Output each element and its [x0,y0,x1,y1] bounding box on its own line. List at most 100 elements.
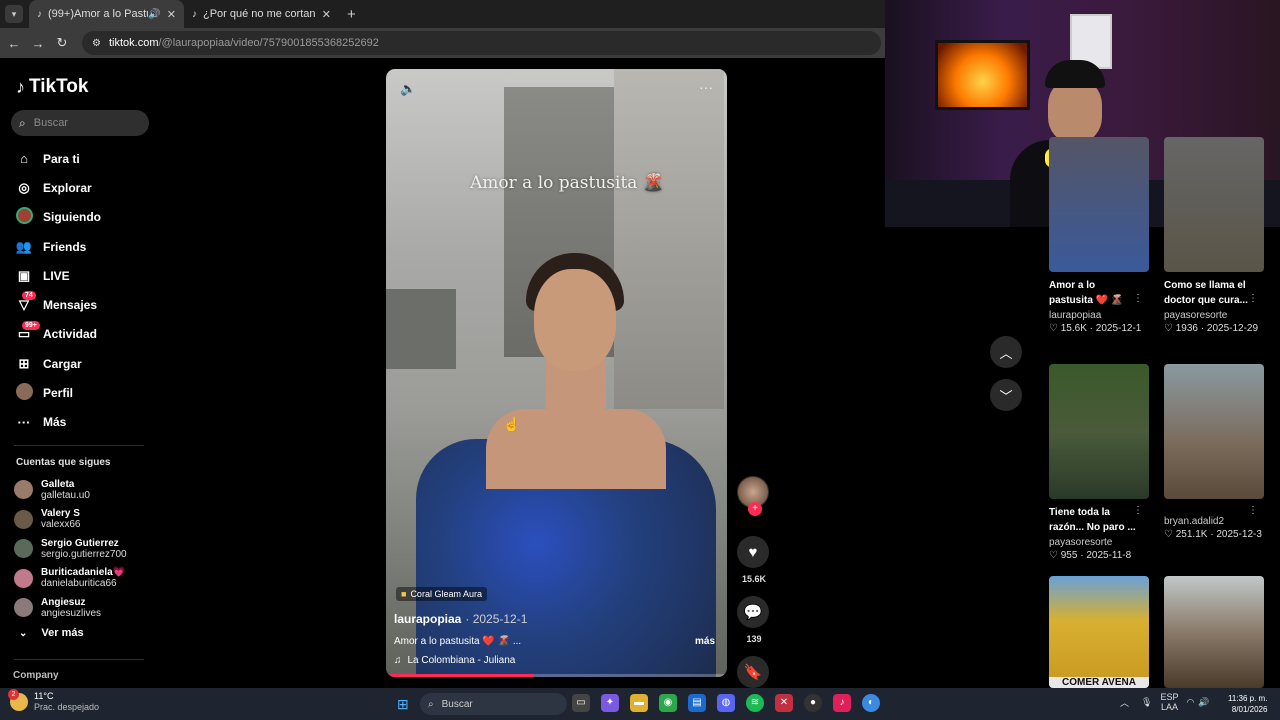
like-button[interactable]: ♥ [737,536,769,568]
lang-code: ESP [1160,692,1179,702]
tiktok-favicon-icon: ♪ [192,8,197,20]
url-path: /@laurapopiaa/video/7579001855368252692 [158,37,379,49]
new-tab-icon[interactable]: + [347,6,356,23]
next-video-button[interactable]: ﹀ [990,379,1022,411]
comment-button[interactable]: 💬 [737,596,769,628]
tiktok-app-icon[interactable]: ♪ [833,694,851,712]
video-thumbnail[interactable] [1049,137,1149,272]
divider [14,659,144,660]
tray-chevron-icon[interactable]: ︿ [1120,696,1129,709]
video-thumbnail[interactable]: COMER AVENA [1049,576,1149,688]
see-more-button[interactable]: ⌄ Ver más [19,627,84,639]
store-icon[interactable]: ▤ [688,694,706,712]
volume-icon[interactable]: 🔊 [1198,697,1209,708]
nav-item-cargar[interactable]: ⊞ Cargar [15,349,101,378]
video-music[interactable]: ♫ La Colombiana - Juliana [394,655,515,666]
spotify-icon[interactable]: ≋ [746,694,764,712]
system-clock[interactable]: 11:36 p. m. 8/01/2026 [1228,693,1267,715]
lang-layout: LAA [1160,702,1178,712]
related-video-card[interactable]: Tiene toda la razón... No paro ... ⋮ pay… [1049,364,1149,561]
close-tab-icon[interactable]: ✕ [167,8,176,21]
previous-video-button[interactable]: ︿ [990,336,1022,368]
nav-item-para-ti[interactable]: ⌂ Para ti [15,144,101,173]
related-video-card[interactable]: Amor a lo pastusita ❤️ 🌋 ⋮ laurapopiaa ♡… [1049,137,1149,334]
back-icon[interactable]: ← [2,36,26,51]
nav-item-explorar[interactable]: ◎ Explorar [15,173,101,202]
save-button[interactable]: 🔖 [737,656,769,688]
more-options-icon[interactable]: ··· [699,79,713,95]
obs-icon[interactable]: ● [804,694,822,712]
tab-second[interactable]: ♪ ¿Por qué no me cortan el pelo? ✕ [184,0,339,28]
nav-item-friends[interactable]: 👥 Friends [15,232,101,261]
url-bar[interactable]: ⚙ tiktok.com /@laurapopiaa/video/7579001… [82,31,881,55]
creator-avatar[interactable]: + [737,476,769,516]
related-video-card[interactable] [1164,576,1264,688]
forward-icon[interactable]: → [26,36,50,51]
following-item[interactable]: Galleta galletau.u0 [14,475,127,505]
more-options-icon[interactable]: ⋮ [1133,293,1143,304]
nav-item-perfil[interactable]: Perfil [15,378,101,407]
edge-icon[interactable]: ◐ [862,694,880,712]
sidebar: ♪ TikTok ⌕ Buscar ⌂ Para ti ◎ Explorar Sig… [0,58,160,688]
wifi-icon[interactable]: ◠ [1186,697,1194,708]
tab-active[interactable]: ♪ (99+)Amor a lo Pastusita: C 🔊 ✕ [29,0,184,28]
effect-label[interactable]: ■ Coral Gleam Aura [396,587,487,601]
expand-description-button[interactable]: más [695,636,715,647]
nav-item-mas[interactable]: ··· Más [15,408,101,437]
divider [14,445,144,446]
related-video-card[interactable]: Como se llama el doctor que cura... ⋮ pa… [1164,137,1264,334]
mic-icon[interactable]: 🎙 [1141,697,1152,708]
mute-icon[interactable]: 🔈 [400,81,416,97]
video-player[interactable]: 🔈 ··· Amor a lo pastusita 🌋 ☝ ■ Coral Gle… [386,69,727,677]
video-progress-bar[interactable] [386,674,727,677]
more-options-icon[interactable]: ⋮ [1133,505,1143,516]
chrome-icon[interactable]: ◉ [659,694,677,712]
capcut-icon[interactable]: ✕ [775,694,793,712]
follow-plus-icon[interactable]: + [748,502,762,516]
following-item[interactable]: Sergio Gutierrez sergio.gutierrez700 [14,534,127,564]
tab-title: (99+)Amor a lo Pastusita: C [48,8,148,20]
card-author[interactable]: payasoresorte [1049,537,1149,548]
weather-sun-icon: 2 [8,689,28,711]
card-author[interactable]: laurapopiaa [1049,310,1149,321]
close-tab-icon[interactable]: ✕ [322,8,331,21]
language-indicator[interactable]: ESP LAA [1160,692,1178,712]
following-item[interactable]: Valery Svalexx66 [14,505,127,535]
related-video-card[interactable]: ⋮ bryan.adalid2 ♡ 251.1K · 2025-12-3 [1164,364,1264,540]
weather-widget[interactable]: 2 11°C Prac. despejado [8,689,99,713]
speaker-icon[interactable]: 🔊 [148,9,160,20]
system-tray: ︿ 🎙 ESP LAA ◠ 🔊 [1120,692,1210,712]
more-options-icon[interactable]: ⋮ [1248,505,1258,516]
discord-icon[interactable]: ◍ [717,694,735,712]
task-view-icon[interactable]: ▭ [572,694,590,712]
nav-label: Explorar [43,180,92,195]
following-item[interactable]: Angiesuz angiesuzlives [14,593,127,623]
video-author[interactable]: laurapopiaa [394,612,461,626]
nav-item-live[interactable]: ▣ LIVE [15,261,101,290]
nav-item-mensajes[interactable]: ▽ 74 Mensajes [15,290,101,319]
company-link[interactable]: Company [13,670,59,681]
video-thumbnail[interactable] [1164,137,1264,272]
tiktok-logo[interactable]: ♪ TikTok [16,76,88,98]
action-column: + ♥ 15.6K 💬 139 🔖 284 [737,476,771,716]
nav-item-actividad[interactable]: ▭ 99+ Actividad [15,320,101,349]
reload-icon[interactable]: ↻ [50,35,74,51]
video-thumbnail[interactable] [1049,364,1149,499]
more-options-icon[interactable]: ⋮ [1248,293,1258,304]
search-input[interactable]: ⌕ Buscar [11,110,149,136]
copilot-icon[interactable]: ✦ [601,694,619,712]
weather-temp: 11°C [34,691,54,701]
tab-list-button[interactable]: ▾ [5,5,23,23]
site-info-icon[interactable]: ⚙ [92,38,101,49]
taskbar-search[interactable]: ⌕ Buscar [420,693,567,715]
card-author[interactable]: payasoresorte [1164,310,1264,321]
file-explorer-icon[interactable]: ▬ [630,694,648,712]
windows-start-icon[interactable]: ⊞ [397,696,409,713]
card-stats: ♡ 251.1K · 2025-12-3 [1164,529,1262,540]
video-thumbnail[interactable] [1164,576,1264,688]
following-item[interactable]: Buriticadaniela💗 danielaburitica66 [14,564,127,594]
nav-item-siguiendo[interactable]: Siguiendo [15,203,101,232]
related-video-card[interactable]: COMER AVENA [1049,576,1149,688]
video-thumbnail[interactable] [1164,364,1264,499]
card-author[interactable]: bryan.adalid2 [1164,516,1264,527]
